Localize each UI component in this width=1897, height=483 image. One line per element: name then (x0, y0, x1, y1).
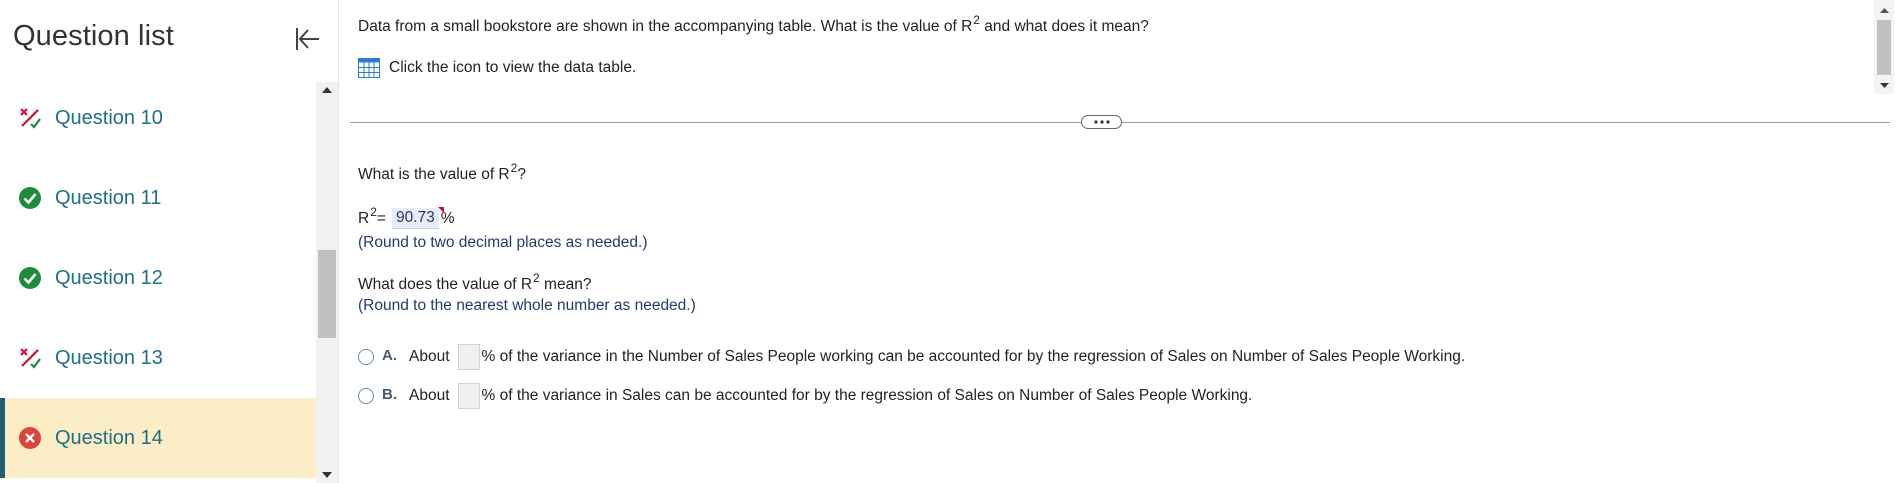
question-label: Question 14 (55, 426, 163, 449)
question-item-12[interactable]: Question 12 (0, 238, 316, 318)
option-b-text: % of the variance in Sales can be accoun… (481, 387, 1253, 404)
answer-equals: = (376, 209, 386, 227)
r-squared-answer-line: R2 = 90.73% (358, 204, 455, 229)
part2-rounding-note: (Round to the nearest whole number as ne… (358, 297, 696, 314)
part2-prompt-end: mean? (539, 276, 592, 293)
sidebar-header: Question list (0, 0, 339, 78)
collapse-sidebar-button[interactable] (289, 22, 325, 56)
x-circle-icon (17, 425, 43, 451)
collapse-left-icon (296, 28, 319, 50)
question-item-11[interactable]: Question 11 (0, 158, 316, 238)
check-circle-icon (17, 185, 43, 211)
check-circle-icon (17, 265, 43, 291)
sidebar-title: Question list (13, 20, 174, 52)
divider-drag-handle[interactable] (1081, 115, 1122, 129)
part1-rounding-note: (Round to two decimal places as needed.) (358, 234, 648, 251)
question-pane: Data from a small bookstore are shown in… (340, 0, 1897, 483)
part2-prompt-text: What does the value of R (358, 276, 533, 293)
option-b-letter: B. (382, 385, 397, 403)
part1-prompt-end: ? (517, 166, 526, 183)
question-label: Question 10 (55, 106, 163, 129)
r-squared-answer-input[interactable]: 90.73 (391, 207, 444, 229)
part1-prompt: What is the value of R2? (358, 161, 526, 184)
stem-text-end: and what does it mean? (979, 18, 1149, 35)
question-label: Question 13 (55, 346, 163, 369)
data-table-link-text[interactable]: Click the icon to view the data table. (389, 59, 636, 77)
question-label: Question 11 (55, 186, 162, 209)
part1-prompt-text: What is the value of R (358, 166, 510, 183)
answer-value: 90.73 (395, 209, 435, 226)
option-a-text: % of the variance in the Number of Sales… (481, 348, 1466, 365)
option-a-percent-input[interactable] (457, 344, 480, 370)
option-a-about: About (409, 348, 450, 365)
answer-superscript: 2 (370, 204, 377, 219)
partial-credit-icon (17, 345, 43, 371)
stem-superscript: 2 (973, 13, 980, 27)
view-data-table-link[interactable]: Click the icon to view the data table. (358, 58, 636, 78)
active-indicator (0, 398, 5, 478)
question-item-14[interactable]: Question 14 (0, 398, 316, 478)
answer-prefix: R (358, 209, 370, 227)
incorrect-flag-icon (437, 207, 444, 213)
scroll-up-arrow-icon[interactable] (316, 82, 338, 98)
option-b-radio[interactable] (358, 388, 374, 404)
question-item-10[interactable]: Question 10 (0, 78, 316, 158)
option-b-percent-input[interactable] (457, 383, 480, 409)
question-stem: Data from a small bookstore are shown in… (358, 13, 1149, 36)
table-icon[interactable] (358, 58, 380, 78)
ellipsis-icon (1093, 120, 1110, 124)
stem-text: Data from a small bookstore are shown in… (358, 18, 973, 35)
part2-prompt: What does the value of R2 mean? (358, 271, 592, 294)
partial-credit-icon (17, 105, 43, 131)
part1-superscript: 2 (510, 161, 518, 175)
question-list: Question 10 Question 11 Question 12 Ques… (0, 78, 316, 483)
scroll-down-arrow-icon[interactable] (316, 467, 338, 483)
scroll-up-arrow-icon[interactable] (1874, 3, 1894, 17)
scrollbar-thumb[interactable] (318, 250, 336, 338)
option-a[interactable]: A. About % of the variance in the Number… (358, 343, 1465, 371)
option-b-about: About (409, 387, 450, 404)
question-item-13[interactable]: Question 13 (0, 318, 316, 398)
option-b[interactable]: B. About % of the variance in Sales can … (358, 382, 1252, 410)
stem-scrollbar[interactable] (1874, 0, 1894, 94)
question-list-scrollbar[interactable] (316, 82, 338, 483)
part2-superscript: 2 (533, 271, 540, 285)
option-a-letter: A. (382, 346, 397, 364)
option-a-radio[interactable] (358, 349, 374, 365)
question-label: Question 12 (55, 266, 163, 289)
scrollbar-thumb[interactable] (1877, 20, 1891, 75)
question-list-sidebar: Question list Question 10 Question 11 Qu… (0, 0, 339, 483)
scroll-down-arrow-icon[interactable] (1874, 78, 1894, 92)
